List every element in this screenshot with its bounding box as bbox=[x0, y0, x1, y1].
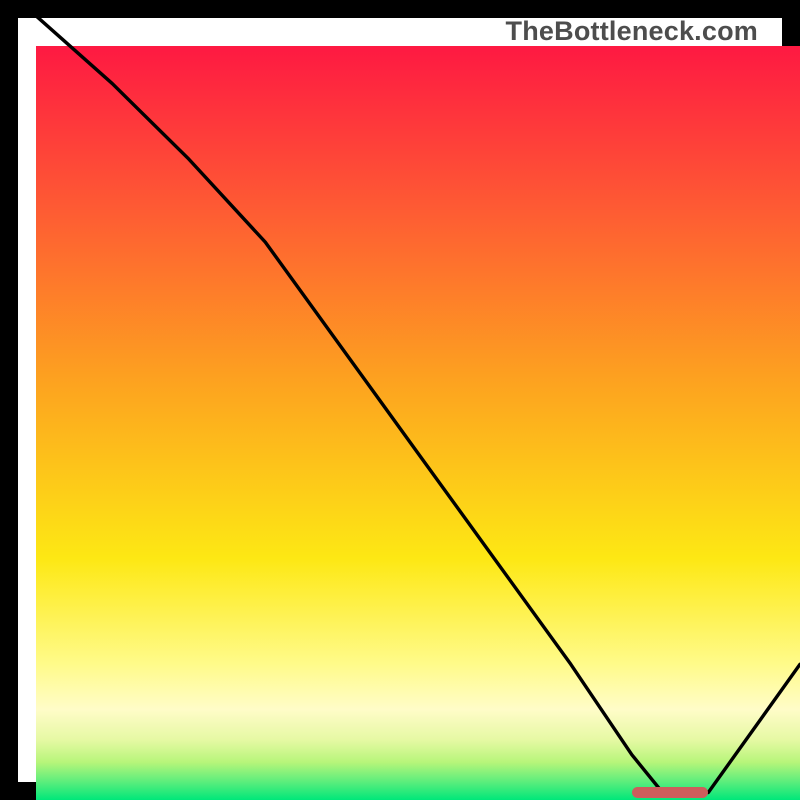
chart-frame: TheBottleneck.com bbox=[0, 0, 800, 800]
watermark-text: TheBottleneck.com bbox=[506, 16, 758, 47]
optimal-range-marker bbox=[632, 787, 708, 798]
bottleneck-curve bbox=[36, 46, 800, 800]
plot-area bbox=[36, 46, 800, 800]
